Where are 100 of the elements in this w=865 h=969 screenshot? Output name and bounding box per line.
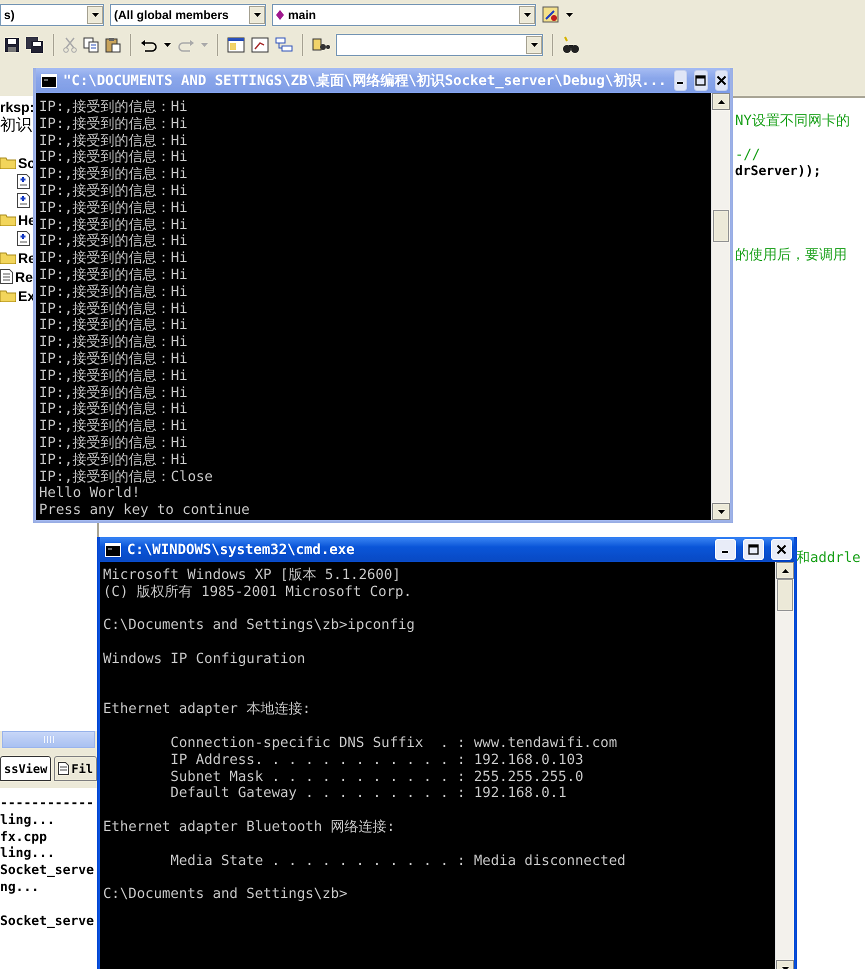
- find-in-files-icon[interactable]: [312, 37, 330, 53]
- source-file-icon: [17, 231, 30, 246]
- dropdown-button[interactable]: [519, 6, 535, 24]
- folder-icon: [0, 289, 16, 302]
- console-line: IP:,接受到的信息：Hi: [39, 250, 188, 266]
- console-line: IP:,接受到的信息：Hi: [39, 182, 188, 199]
- panel-tab[interactable]: ssView: [0, 756, 52, 781]
- console-line: IP:,接受到的信息：Hi: [39, 368, 188, 384]
- minimize-button[interactable]: [674, 70, 688, 91]
- source-file-icon: [17, 193, 30, 208]
- window-title: C:\WINDOWS\system32\cmd.exe: [127, 542, 356, 558]
- scrollbar[interactable]: [711, 93, 730, 520]
- up-arrow-icon: [782, 568, 788, 572]
- undo-icon[interactable]: [140, 38, 158, 52]
- scroll-up-button[interactable]: [712, 93, 730, 110]
- paste-icon[interactable]: [105, 37, 121, 53]
- console-line: IP:,接受到的信息：Hi: [39, 149, 188, 166]
- dropdown-button[interactable]: [87, 6, 103, 24]
- console-line: IP:,接受到的信息：Hi: [39, 200, 188, 216]
- dropdown-button[interactable]: [249, 6, 265, 24]
- undo-caret-icon[interactable]: [164, 43, 171, 47]
- console-line: IP:,接受到的信息：Hi: [39, 300, 188, 317]
- caret-icon[interactable]: [524, 13, 530, 17]
- save-icon[interactable]: [4, 37, 20, 53]
- console-line: IP:,接受到的信息：Hi: [39, 216, 188, 233]
- source-file-icon: [17, 174, 30, 189]
- caret-icon[interactable]: [254, 13, 260, 17]
- console-line: IP:,接受到的信息：Close: [39, 468, 213, 485]
- console-line: Microsoft Windows XP [版本 5.1.2600]: [103, 567, 401, 583]
- output-line: ling...: [0, 812, 55, 828]
- console-line: IP Address. . . . . . . . . . . . : 192.168.0.103: [170, 752, 584, 768]
- console-line: IP:,接受到的信息：Hi: [39, 166, 188, 182]
- wizard-icon[interactable]: [542, 6, 560, 24]
- copy-icon[interactable]: [83, 37, 99, 53]
- console-line: Ethernet adapter 本地连接:: [103, 701, 311, 718]
- console-line: Hello World!: [39, 485, 140, 502]
- console-line: Press any key to continue: [39, 502, 250, 518]
- members-dropdown[interactable]: (All global members: [110, 4, 266, 26]
- caret-icon[interactable]: [530, 43, 538, 47]
- function-dropdown[interactable]: main: [272, 4, 536, 26]
- console-icon: [41, 74, 57, 88]
- window-title: "C:\DOCUMENTS AND SETTINGS\ZB\桌面\网络编程\初识Socket_server\Debug\初识...: [63, 72, 667, 90]
- console-line: IP:,接受到的信息：Hi: [39, 401, 188, 418]
- maximize-button[interactable]: [694, 70, 708, 91]
- console-line: IP:,接受到的信息：Hi: [39, 99, 188, 115]
- maximize-icon: [695, 75, 706, 86]
- code-comment: 的使用后，要调用: [735, 247, 847, 264]
- folder-icon: [0, 251, 16, 264]
- console-line: IP:,接受到的信息：Hi: [39, 266, 188, 283]
- close-icon: [776, 544, 787, 555]
- folder-icon: [0, 156, 16, 169]
- console-line: Media State . . . . . . . . . . . : Media disconnected: [170, 852, 626, 869]
- caret-icon[interactable]: [92, 13, 98, 17]
- console-line: IP:,接受到的信息：Hi: [39, 334, 188, 350]
- console-line: C:\Documents and Settings\zb>: [103, 886, 348, 902]
- console-line: IP:,接受到的信息：Hi: [39, 284, 188, 300]
- output-window-icon[interactable]: [251, 37, 269, 53]
- find-field[interactable]: [336, 34, 543, 56]
- scrollbar-thumb[interactable]: [713, 210, 729, 242]
- console-line: IP:,接受到的信息：Hi: [39, 452, 188, 468]
- horizontal-scrollbar[interactable]: [2, 731, 95, 748]
- console-line: IP:,接受到的信息：Hi: [39, 434, 188, 451]
- binoculars-icon[interactable]: [562, 36, 580, 54]
- caret-icon[interactable]: [566, 13, 573, 17]
- code-comment: 和addrle: [796, 550, 861, 566]
- scroll-down-button[interactable]: [712, 503, 730, 520]
- tree-item[interactable]: Re: [15, 268, 33, 284]
- console-line: IP:,接受到的信息：Hi: [39, 116, 188, 132]
- output-line: ling...: [0, 846, 55, 862]
- console-line: Windows IP Configuration: [103, 650, 306, 667]
- console-line: IP:,接受到的信息：Hi: [39, 418, 188, 434]
- console-line: Connection-specific DNS Suffix . : www.tendawifi.com: [170, 734, 618, 751]
- close-button[interactable]: [714, 70, 728, 91]
- save-all-icon[interactable]: [26, 37, 44, 53]
- code-comment: NY设置不同网卡的: [735, 113, 850, 129]
- output-line: ------------: [0, 796, 94, 811]
- console-line: (C) 版权所有 1985-2001 Microsoft Corp.: [103, 584, 412, 600]
- console-line: IP:,接受到的信息：Hi: [39, 384, 188, 401]
- window-icon[interactable]: [227, 37, 245, 53]
- tree-window-icon[interactable]: [275, 37, 293, 53]
- console-line: Subnet Mask . . . . . . . . . . . : 255.255.255.0: [170, 768, 584, 785]
- up-arrow-icon: [718, 100, 724, 104]
- scrollbar[interactable]: [775, 562, 794, 969]
- console-line: IP:,接受到的信息：Hi: [39, 233, 188, 250]
- maximize-icon: [748, 544, 759, 555]
- console-line: IP:,接受到的信息：Hi: [39, 350, 188, 367]
- diamond-icon: [276, 10, 284, 20]
- file-icon: [58, 762, 70, 775]
- output-line: Socket_serve: [0, 863, 94, 878]
- console-icon: [105, 542, 121, 556]
- scroll-up-button[interactable]: [776, 562, 794, 579]
- console-line: IP:,接受到的信息：Hi: [39, 317, 188, 334]
- class-dropdown[interactable]: s): [0, 4, 104, 26]
- dropdown-button[interactable]: [526, 36, 542, 54]
- close-icon: [716, 75, 727, 86]
- scrollbar-thumb[interactable]: [777, 579, 793, 611]
- project-title: 初识: [0, 117, 32, 134]
- console-line: IP:,接受到的信息：Hi: [39, 132, 188, 149]
- console-line: C:\Documents and Settings\zb>ipconfig: [103, 617, 415, 634]
- panel-tab[interactable]: Fil: [54, 756, 98, 781]
